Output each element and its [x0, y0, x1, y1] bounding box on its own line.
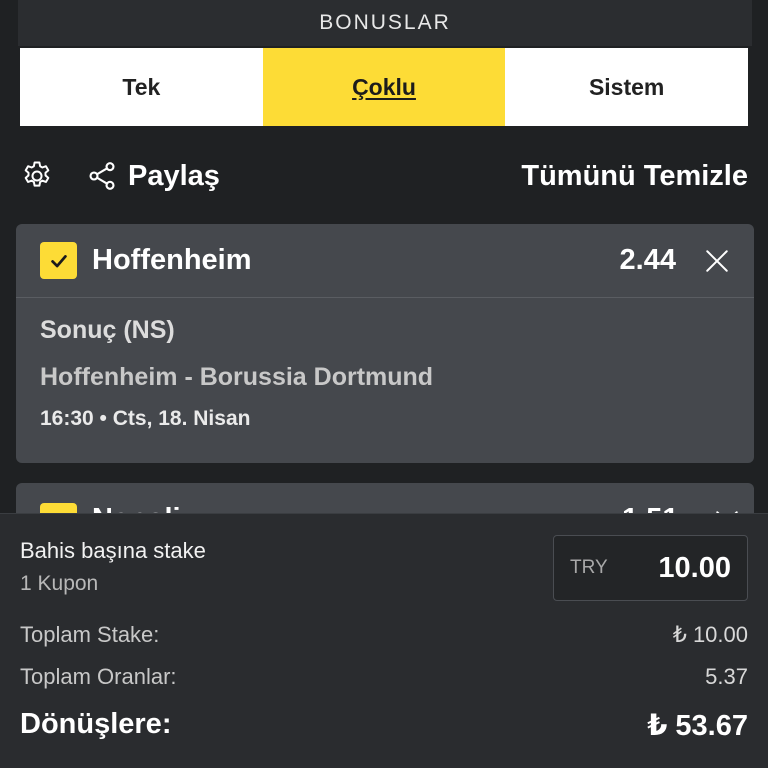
close-icon[interactable]: [704, 248, 730, 274]
gear-icon[interactable]: [20, 159, 54, 193]
share-icon: [89, 162, 115, 190]
returns-value: ₺ 53.67: [647, 710, 748, 742]
total-stake-row: Toplam Stake: ₺ 10.00: [20, 622, 748, 648]
selection-header: Hoffenheim 2.44: [16, 224, 754, 298]
share-label: Paylaş: [128, 159, 220, 192]
currency-label: TRY: [570, 557, 608, 578]
coupon-count: 1 Kupon: [20, 572, 99, 595]
bet-type-tabs: Tek Çoklu Sistem: [20, 48, 749, 126]
selection-name: Hoffenheim: [92, 244, 252, 276]
check-icon: [50, 254, 67, 267]
returns-row: Dönüşlere: ₺ 53.67: [20, 708, 748, 743]
selection-details: Sonuç (NS) Hoffenheim - Borussia Dortmun…: [16, 298, 754, 431]
stake-value: 10.00: [658, 551, 731, 584]
total-stake-label: Toplam Stake:: [20, 622, 160, 647]
tab-multiple[interactable]: Çoklu: [262, 48, 506, 126]
selection-checkbox[interactable]: [40, 242, 77, 279]
stake-panel: Bahis başına stake 1 Kupon TRY 10.00 Top…: [0, 513, 768, 768]
total-odds-row: Toplam Oranlar: 5.37: [20, 664, 748, 690]
market-name: Sonuç (NS): [40, 316, 175, 344]
selection-odds: 2.44: [619, 244, 676, 276]
selection-card: Hoffenheim 2.44 Sonuç (NS) Hoffenheim - …: [16, 224, 754, 463]
event-name[interactable]: Hoffenheim - Borussia Dortmund: [40, 363, 730, 397]
total-odds-value: 5.37: [705, 664, 748, 689]
bet-slip: BONUSLAR Tek Çoklu Sistem Paylaş Tümünü …: [0, 0, 768, 768]
bonus-header[interactable]: BONUSLAR: [18, 0, 752, 46]
stake-input[interactable]: TRY 10.00: [553, 535, 748, 601]
returns-label: Dönüşlere:: [20, 708, 172, 740]
event-time: 16:30 • Cts, 18. Nisan: [40, 407, 251, 430]
share-button[interactable]: Paylaş: [86, 160, 220, 193]
clear-all-button[interactable]: Tümünü Temizle: [521, 160, 748, 193]
total-stake-value: ₺ 10.00: [672, 622, 748, 647]
slip-toolbar: Paylaş Tümünü Temizle: [20, 148, 748, 204]
stake-title: Bahis başına stake: [20, 538, 206, 563]
tab-single[interactable]: Tek: [20, 48, 263, 126]
total-odds-label: Toplam Oranlar:: [20, 664, 177, 689]
tab-system[interactable]: Sistem: [505, 48, 749, 126]
